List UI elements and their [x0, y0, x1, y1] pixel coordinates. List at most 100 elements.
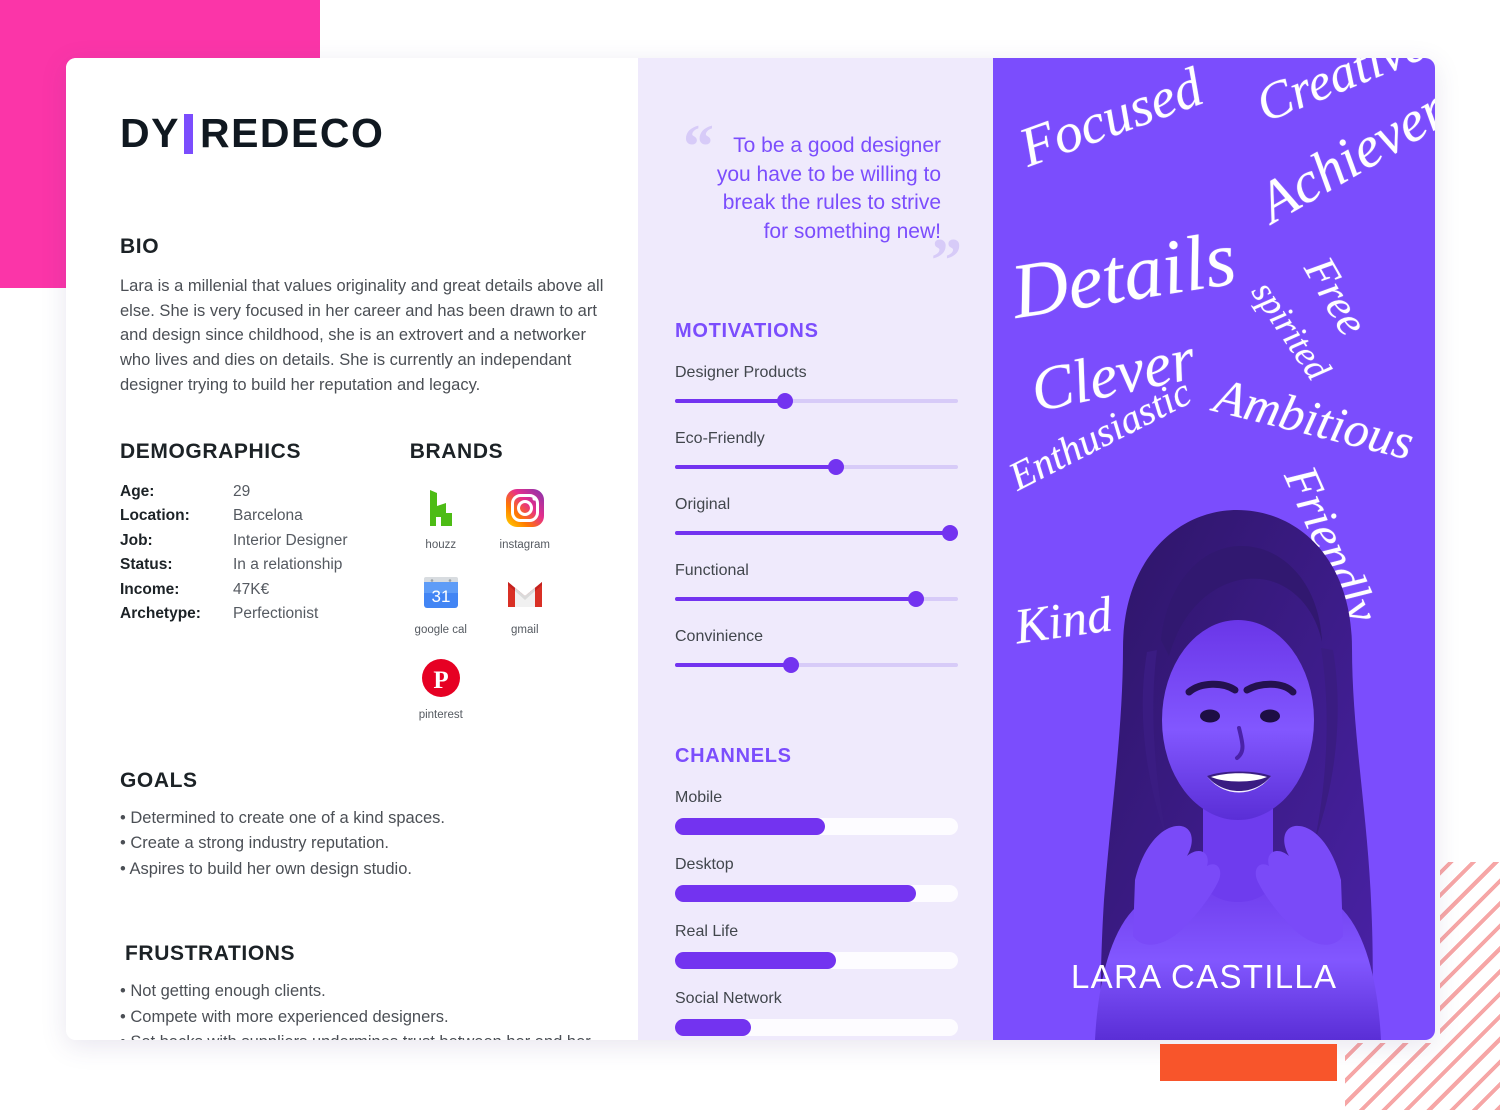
bar-fill: [675, 1019, 752, 1036]
demographics-key: Archetype:: [120, 605, 201, 623]
slider-thumb[interactable]: [907, 591, 924, 607]
bio-text: Lara is a millenial that values original…: [120, 277, 604, 394]
trait-word: Focused: [1011, 58, 1211, 180]
motivation-label: Original: [675, 496, 731, 513]
brand-item-google-cal[interactable]: 31 google cal: [410, 569, 472, 636]
motivation-row-convinience: Convinience: [675, 628, 958, 673]
demographics-value: 47K€: [233, 580, 270, 598]
motivation-row-designer-products: Designer Products: [675, 364, 958, 409]
motivation-row-original: Original: [675, 496, 958, 541]
instagram-icon: [501, 484, 549, 532]
channel-bar[interactable]: [675, 885, 958, 902]
decor-stripe-pattern-bottom: [1345, 1043, 1500, 1110]
demographics-brands-row: DEMOGRAPHICS Age: 29 Location: Barcelona…: [120, 440, 638, 721]
logo-text-right: REDECO: [199, 110, 385, 156]
brand-label: houzz: [425, 538, 457, 551]
houzz-icon: [417, 484, 465, 532]
left-panel: DY REDECO BIO Lara is a millenial that v…: [66, 58, 638, 1040]
channels-list: Mobile Desktop Real Life Social Network: [675, 789, 958, 1036]
brand-label: pinterest: [418, 708, 463, 721]
brand-item-instagram[interactable]: instagram: [494, 484, 556, 551]
slider-thumb[interactable]: [777, 393, 794, 409]
motivation-slider[interactable]: [675, 393, 958, 409]
motivation-label: Designer Products: [675, 364, 807, 381]
list-item: • Determined to create one of a kind spa…: [120, 808, 445, 827]
slider-thumb[interactable]: [783, 657, 800, 673]
table-row: Age: 29: [120, 480, 410, 505]
frustrations-list: • Not getting enough clients. • Compete …: [120, 979, 638, 1040]
slider-fill: [675, 399, 786, 403]
demographics-key: Job:: [120, 531, 153, 549]
table-row: Archetype: Perfectionist: [120, 602, 410, 627]
demographics-key: Location:: [120, 507, 190, 525]
logo-text-left: DY: [120, 110, 180, 156]
frustrations-heading: FRUSTRATIONS: [125, 942, 296, 966]
bar-fill: [675, 885, 916, 902]
slider-fill: [675, 597, 916, 601]
brand-item-gmail[interactable]: gmail: [494, 569, 556, 636]
list-item: • Not getting enough clients.: [120, 982, 326, 1001]
brand-logo: DY REDECO: [120, 110, 638, 157]
goals-list: • Determined to create one of a kind spa…: [120, 806, 638, 883]
motivation-row-eco-friendly: Eco-Friendly: [675, 430, 958, 475]
trait-word: Ambitious: [1209, 366, 1420, 471]
brand-label: google cal: [414, 623, 467, 636]
bio-heading: BIO: [120, 235, 160, 258]
table-row: Job: Interior Designer: [120, 529, 410, 554]
table-row: Income: 47K€: [120, 578, 410, 603]
slider-fill: [675, 465, 837, 469]
svg-text:P: P: [433, 667, 448, 694]
demographics-key: Status:: [120, 556, 173, 574]
channel-row-social-network: Social Network: [675, 990, 958, 1036]
demographics-section: DEMOGRAPHICS Age: 29 Location: Barcelona…: [120, 440, 410, 721]
demographics-value: Barcelona: [233, 507, 303, 525]
motivations-list: Designer Products Eco-Friendly Original …: [675, 364, 958, 673]
motivation-slider[interactable]: [675, 525, 958, 541]
demographics-key: Age:: [120, 482, 155, 500]
demographics-heading: DEMOGRAPHICS: [120, 439, 302, 463]
demographics-table: Age: 29 Location: Barcelona Job: Interio…: [120, 480, 410, 628]
motivation-slider[interactable]: [675, 591, 958, 607]
slider-thumb[interactable]: [828, 459, 845, 475]
logo-divider-bar: [183, 113, 193, 154]
table-row: Status: In a relationship: [120, 553, 410, 578]
demographics-value: Interior Designer: [233, 531, 348, 549]
motivation-label: Eco-Friendly: [675, 430, 765, 447]
quote-text: To be a good designer you have to be wil…: [716, 134, 941, 243]
persona-name: LARA CASTILLA: [1071, 958, 1338, 995]
motivation-label: Convinience: [675, 628, 764, 645]
brands-heading: BRANDS: [409, 439, 504, 463]
demographics-value: Perfectionist: [233, 605, 319, 623]
channel-label: Desktop: [675, 856, 734, 873]
poster-canvas: DY REDECO BIO Lara is a millenial that v…: [0, 0, 1500, 1110]
right-panel: Focused Creative Details Achiever Free spirit…: [993, 58, 1435, 1040]
brands-grid: houzz instagram 31 google cal gmail P pi…: [410, 484, 630, 721]
channel-label: Real Life: [675, 923, 739, 940]
channel-bar[interactable]: [675, 818, 958, 835]
brand-item-pinterest[interactable]: P pinterest: [410, 654, 472, 721]
brand-item-houzz[interactable]: houzz: [410, 484, 472, 551]
motivation-slider[interactable]: [675, 657, 958, 673]
quote-block: “ To be a good designer you have to be w…: [675, 114, 962, 292]
trait-word: Details: [1005, 213, 1242, 335]
svg-text:31: 31: [431, 587, 450, 606]
motivation-slider[interactable]: [675, 459, 958, 475]
channel-bar[interactable]: [675, 1019, 958, 1036]
bar-fill: [675, 818, 825, 835]
channel-label: Social Network: [675, 990, 782, 1007]
google-calendar-icon: 31: [417, 569, 465, 617]
list-item: • Compete with more experienced designer…: [120, 1007, 449, 1026]
slider-thumb[interactable]: [941, 525, 958, 541]
demographics-key: Income:: [120, 580, 180, 598]
channel-bar[interactable]: [675, 952, 958, 969]
middle-panel: “ To be a good designer you have to be w…: [638, 58, 993, 1040]
brand-label: gmail: [511, 623, 539, 636]
list-item: • Aspires to build her own design studio…: [120, 859, 412, 878]
list-item: • Create a strong industry reputation.: [120, 834, 390, 853]
gmail-icon: [501, 569, 549, 617]
channel-label: Mobile: [675, 789, 723, 806]
motivation-label: Functional: [675, 562, 749, 579]
channel-row-desktop: Desktop: [675, 856, 958, 902]
list-item: • Set backs with suppliers undermines tr…: [120, 1030, 600, 1040]
slider-fill: [675, 663, 792, 667]
